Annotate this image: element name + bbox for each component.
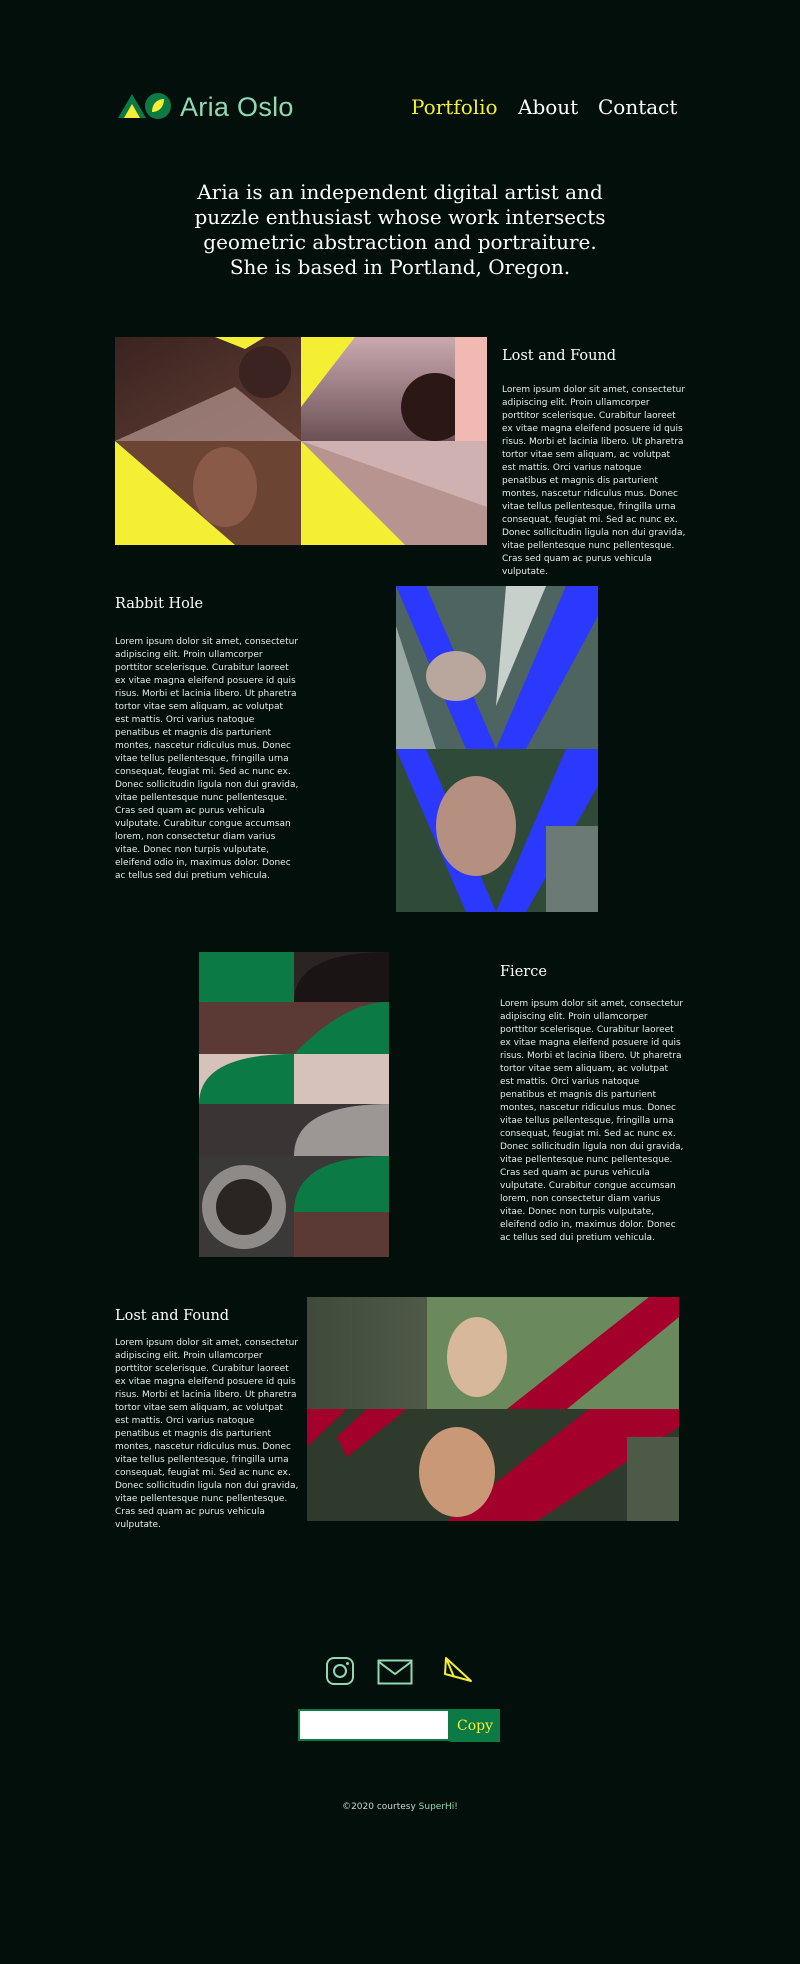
nav-contact[interactable]: Contact [598,95,677,119]
project-artwork-lost-and-found-2[interactable] [307,1297,679,1521]
project-description: Lorem ipsum dolor sit amet, consectetur … [502,385,686,577]
footer: ©2020 courtesy SuperHi! [0,1802,800,1812]
intro-line: geometric abstraction and portraiture. [203,230,597,254]
project-title: Fierce [500,964,547,980]
intro-line: She is based in Portland, Oregon. [229,255,571,279]
footer-text: ©2020 courtesy [342,1802,419,1812]
nav-portfolio[interactable]: Portfolio [411,95,498,119]
project-artwork-fierce[interactable] [199,952,389,1257]
mail-icon[interactable] [377,1659,413,1685]
nav-about[interactable]: About [518,95,578,119]
project-description: Lorem ipsum dolor sit amet, consectetur … [115,637,299,881]
project-artwork-rabbit-hole[interactable] [396,586,598,912]
project-title: Lost and Found [502,348,617,364]
copy-input[interactable] [298,1709,450,1741]
brand-name[interactable]: Aria Oslo [180,92,294,123]
project-title: Lost and Found [115,1308,230,1324]
send-icon[interactable] [443,1656,473,1684]
project-description: Lorem ipsum dolor sit amet, consectetur … [500,999,684,1243]
project-title: Rabbit Hole [115,596,204,612]
instagram-icon[interactable] [325,1656,355,1686]
intro-text: Aria is an independent digital artist an… [150,180,650,280]
intro-line: puzzle enthusiast whose work intersects [194,205,606,229]
copy-button[interactable]: Copy [450,1709,500,1742]
footer-link[interactable]: SuperHi! [419,1802,458,1812]
project-artwork-lost-and-found[interactable] [115,337,487,545]
logo-icon[interactable] [118,90,172,122]
intro-line: Aria is an independent digital artist an… [197,180,603,204]
project-description: Lorem ipsum dolor sit amet, consectetur … [115,1338,299,1530]
